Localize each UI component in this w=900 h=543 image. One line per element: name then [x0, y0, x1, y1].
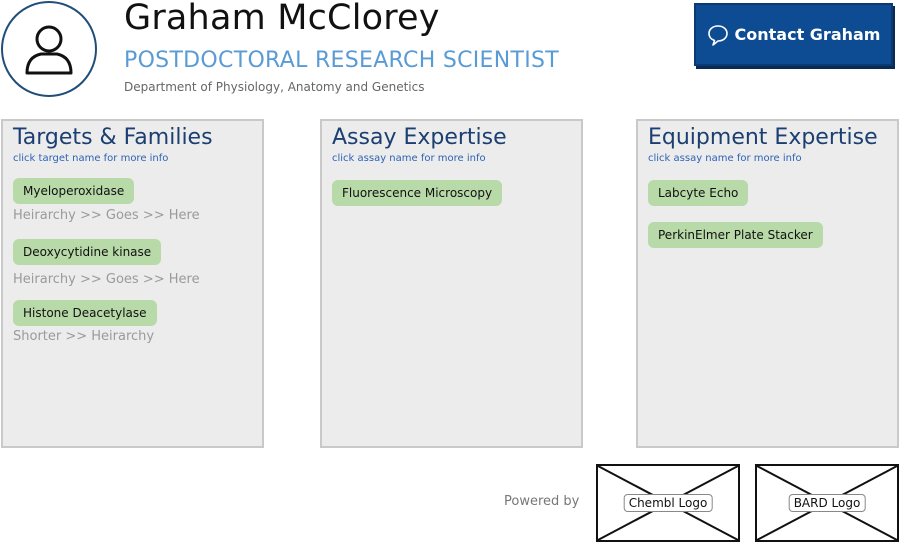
target-chip-myeloperoxidase[interactable]: Myeloperoxidase [13, 178, 135, 204]
bard-logo-placeholder[interactable]: BARD Logo [755, 464, 899, 542]
speech-bubble-icon [707, 24, 728, 46]
contact-button-label: Contact Graham [734, 25, 881, 44]
equipment-hint: click assay name for more info [648, 153, 802, 164]
assay-panel: Assay Expertise click assay name for mor… [320, 119, 583, 448]
assay-hint: click assay name for more info [332, 153, 486, 164]
target-hierarchy: Heirarchy >> Goes >> Here [13, 272, 200, 287]
targets-heading: Targets & Families [13, 125, 213, 150]
chembl-logo-label: Chembl Logo [623, 494, 713, 512]
targets-panel: Targets & Families click target name for… [1, 119, 264, 448]
target-hierarchy: Heirarchy >> Goes >> Here [13, 208, 200, 223]
profile-name: Graham McClorey [124, 0, 440, 38]
target-chip-deoxycytidine-kinase[interactable]: Deoxycytidine kinase [13, 239, 162, 265]
equipment-panel: Equipment Expertise click assay name for… [636, 119, 899, 448]
powered-by-label: Powered by [504, 494, 580, 509]
equipment-chip-perkinelmer-plate-stacker[interactable]: PerkinElmer Plate Stacker [648, 222, 823, 248]
targets-hint: click target name for more info [13, 153, 169, 164]
equipment-heading: Equipment Expertise [648, 125, 878, 150]
avatar [1, 1, 97, 97]
assay-chip-fluorescence-microscopy[interactable]: Fluorescence Microscopy [332, 180, 503, 206]
profile-department: Department of Physiology, Anatomy and Ge… [124, 80, 425, 94]
chembl-logo-placeholder[interactable]: Chembl Logo [596, 464, 740, 542]
bard-logo-label: BARD Logo [788, 494, 866, 512]
target-chip-histone-deacetylase[interactable]: Histone Deacetylase [13, 300, 157, 326]
assay-heading: Assay Expertise [332, 125, 507, 150]
equipment-chip-labcyte-echo[interactable]: Labcyte Echo [648, 180, 749, 206]
contact-button[interactable]: Contact Graham [694, 3, 893, 66]
target-hierarchy: Shorter >> Heirarchy [13, 329, 155, 344]
user-icon [25, 25, 73, 75]
profile-title: POSTDOCTORAL RESEARCH SCIENTIST [124, 48, 560, 73]
